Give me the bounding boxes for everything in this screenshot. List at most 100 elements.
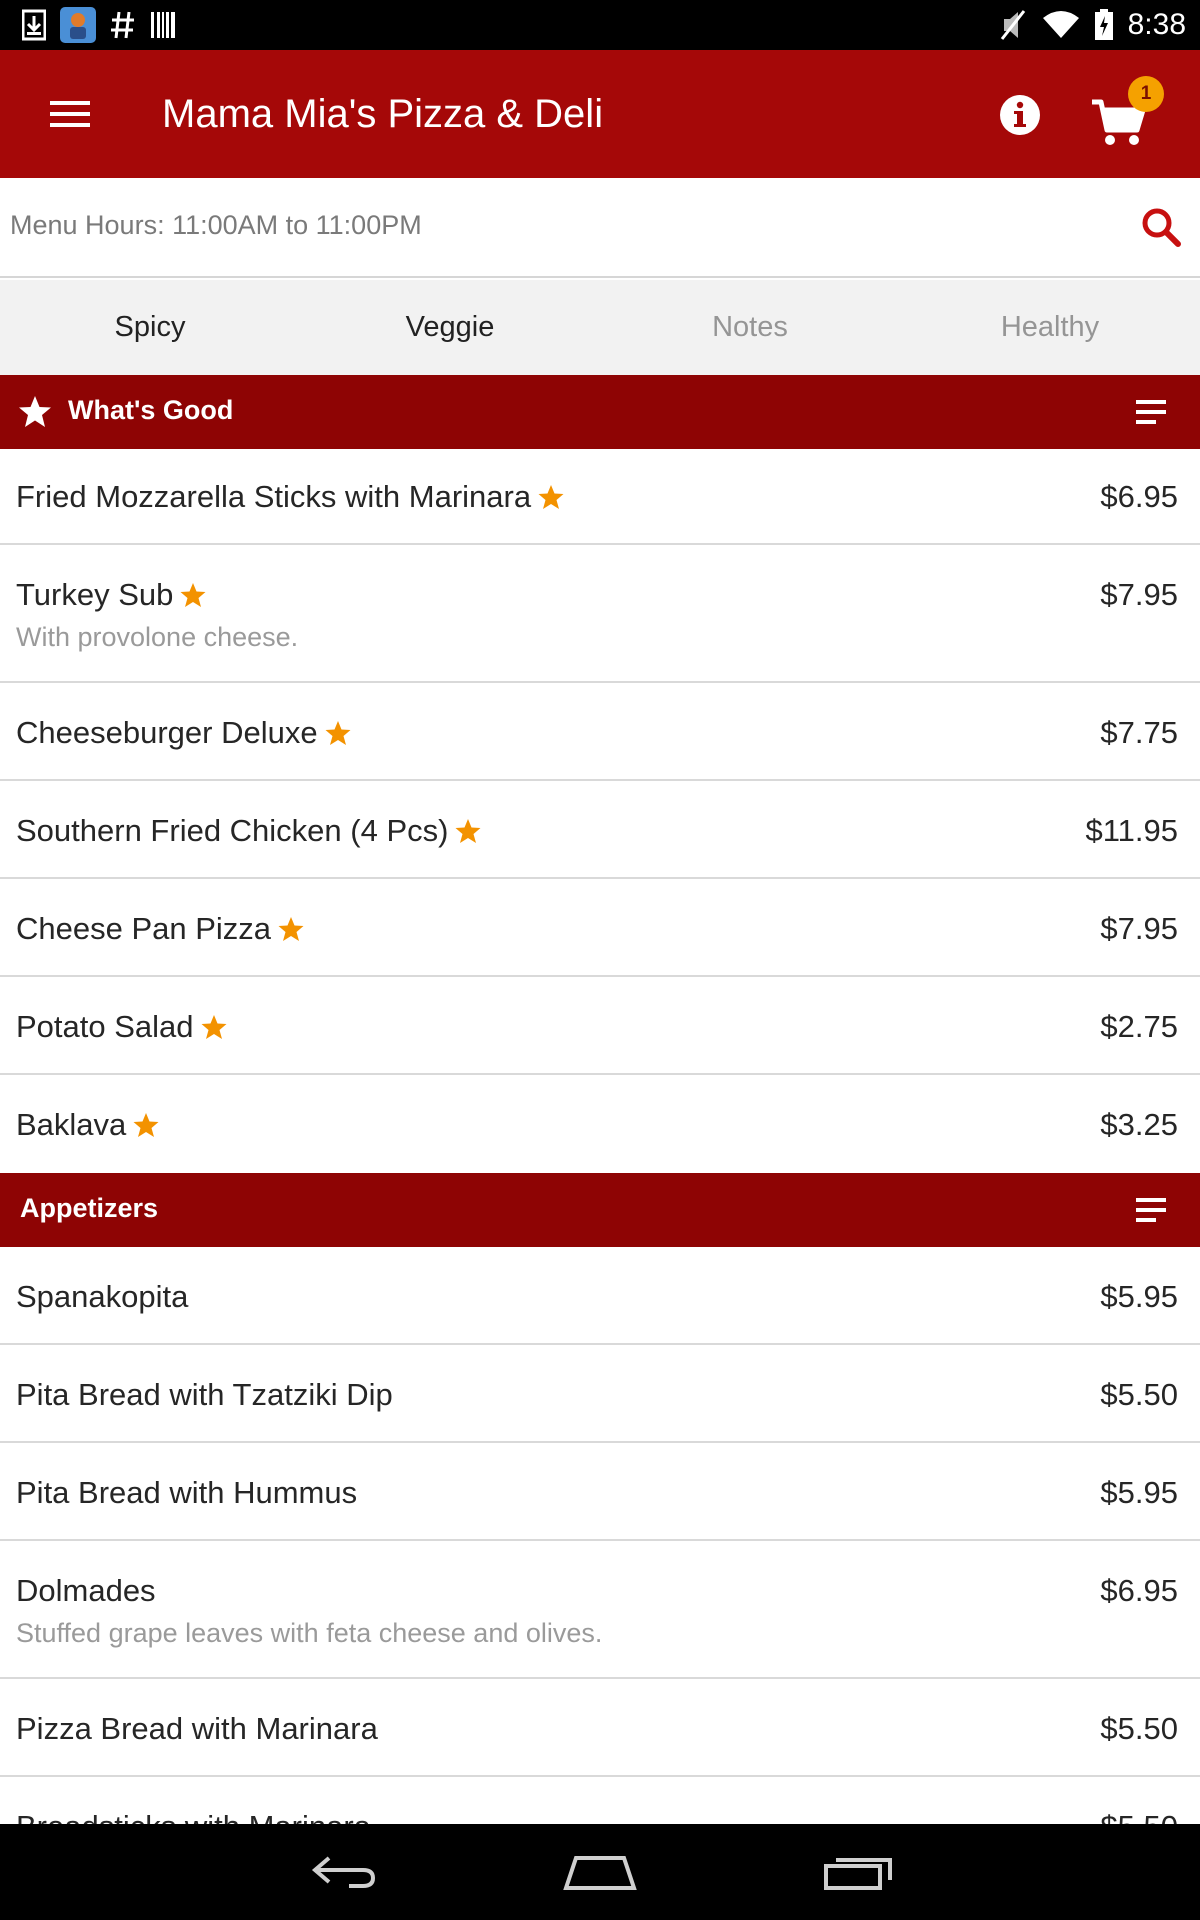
info-button[interactable] — [990, 88, 1050, 142]
menu-item-price: $11.95 — [1085, 813, 1178, 848]
menu-item-name: Dolmades — [16, 1573, 156, 1609]
menu-button[interactable] — [40, 84, 100, 144]
menu-item-name-text: Breadsticks with Marinara — [16, 1809, 371, 1824]
tab-veggie[interactable]: Veggie — [300, 280, 600, 375]
menu-item-row[interactable]: Southern Fried Chicken (4 Pcs) $11.95 — [0, 781, 1200, 879]
wifi-icon — [1042, 10, 1080, 40]
menu-item-description: Stuffed grape leaves with feta cheese an… — [16, 1618, 603, 1648]
sort-icon[interactable] — [1134, 1195, 1170, 1225]
featured-star-icon — [455, 819, 481, 843]
menu-item-name: Fried Mozzarella Sticks with Marinara — [16, 479, 565, 515]
menu-item-price: $5.95 — [1100, 1279, 1178, 1314]
menu-item-price: $7.95 — [1100, 577, 1178, 612]
menu-item-price: $6.95 — [1100, 1573, 1178, 1608]
menu-item-row[interactable]: Breadsticks with Marinara $5.50 — [0, 1777, 1200, 1824]
hamburger-icon — [50, 101, 90, 127]
tab-healthy[interactable]: Healthy — [900, 280, 1200, 375]
menu-item-name: Spanakopita — [16, 1279, 188, 1315]
menu-item-price: $3.25 — [1100, 1107, 1178, 1142]
menu-item-row[interactable]: Cheese Pan Pizza $7.95 — [0, 879, 1200, 977]
menu-item-row[interactable]: Baklava $3.25 — [0, 1075, 1200, 1173]
menu-hours-text: Menu Hours: 11:00AM to 11:00PM — [10, 210, 422, 240]
featured-star-icon — [133, 1113, 159, 1137]
featured-star-icon — [180, 583, 206, 607]
menu-item-name-text: Pita Bread with Tzatziki Dip — [16, 1377, 393, 1412]
app-bar: Mama Mia's Pizza & Deli 1 — [0, 50, 1200, 178]
star-icon — [19, 396, 51, 427]
recents-icon — [824, 1858, 892, 1890]
featured-star-icon — [201, 1015, 227, 1039]
section-title: What's Good — [68, 395, 234, 425]
menu-item-row[interactable]: Pita Bread with Tzatziki Dip $5.50 — [0, 1345, 1200, 1443]
back-icon — [311, 1856, 376, 1888]
hours-bar: Menu Hours: 11:00AM to 11:00PM — [0, 178, 1200, 278]
status-time: 8:38 — [1127, 8, 1186, 41]
menu-item-row[interactable]: Potato Salad $2.75 — [0, 977, 1200, 1075]
menu-item-price: $5.50 — [1100, 1809, 1178, 1824]
barcode-icon — [150, 10, 176, 40]
menu-item-row[interactable]: Pita Bread with Hummus $5.95 — [0, 1443, 1200, 1541]
menu-item-row[interactable]: Spanakopita $5.95 — [0, 1247, 1200, 1345]
menu-item-name-text: Baklava — [16, 1107, 127, 1142]
menu-item-name-text: Southern Fried Chicken (4 Pcs) — [16, 813, 449, 848]
menu-item-price: $2.75 — [1100, 1009, 1178, 1044]
menu-item-row[interactable]: Fried Mozzarella Sticks with Marinara $6… — [0, 449, 1200, 545]
search-button[interactable] — [1136, 202, 1186, 252]
cart-count-badge: 1 — [1128, 76, 1164, 112]
menu-item-row[interactable]: Cheeseburger Deluxe $7.75 — [0, 683, 1200, 781]
battery-icon — [1094, 9, 1114, 41]
home-icon — [563, 1856, 637, 1890]
menu-item-name-text: Spanakopita — [16, 1279, 189, 1314]
menu-item-name: Pita Bread with Tzatziki Dip — [16, 1377, 393, 1413]
menu-item-name-text: Dolmades — [16, 1573, 156, 1608]
menu-item-price: $6.95 — [1100, 479, 1178, 514]
info-icon — [1000, 95, 1040, 135]
menu-item-name: Potato Salad — [16, 1009, 228, 1045]
menu-item-name-text: Pita Bread with Hummus — [16, 1475, 358, 1510]
app-title: Mama Mia's Pizza & Deli — [162, 92, 604, 136]
home-button[interactable] — [550, 1842, 650, 1902]
menu-item-name: Cheeseburger Deluxe — [16, 715, 352, 751]
menu-item-row[interactable]: Turkey Sub With provolone cheese. $7.95 — [0, 545, 1200, 683]
menu-item-name-text: Potato Salad — [16, 1009, 194, 1044]
menu-item-name: Cheese Pan Pizza — [16, 911, 305, 947]
search-icon — [1142, 208, 1181, 247]
cart-button[interactable]: 1 — [1090, 76, 1170, 152]
menu-item-name: Baklava — [16, 1107, 160, 1143]
tab-notes[interactable]: Notes — [600, 280, 900, 375]
hash-icon — [110, 10, 136, 40]
back-button[interactable] — [294, 1842, 394, 1902]
screen-content: 8:38 Mama Mia's Pizza & Deli 1 Menu Hour… — [0, 0, 1200, 1824]
menu-item-row[interactable]: Dolmades Stuffed grape leaves with feta … — [0, 1541, 1200, 1679]
menu-item-price: $5.50 — [1100, 1711, 1178, 1746]
menu-item-description: With provolone cheese. — [16, 622, 299, 652]
menu-item-price: $5.95 — [1100, 1475, 1178, 1510]
filter-tabs: Spicy Veggie Notes Healthy — [0, 280, 1200, 375]
menu-item-name: Southern Fried Chicken (4 Pcs) — [16, 813, 482, 849]
menu-item-name: Pizza Bread with Marinara — [16, 1711, 378, 1747]
menu-item-name-text: Turkey Sub — [16, 577, 174, 612]
menu-item-name: Pita Bread with Hummus — [16, 1475, 357, 1511]
menu-item-name-text: Pizza Bread with Marinara — [16, 1711, 378, 1746]
featured-star-icon — [325, 721, 351, 745]
mute-icon — [998, 9, 1028, 41]
menu-item-price: $5.50 — [1100, 1377, 1178, 1412]
app-notification-icon — [60, 7, 96, 43]
section-header-whats-good[interactable]: What's Good — [0, 375, 1200, 449]
recents-button[interactable] — [808, 1842, 908, 1902]
featured-star-icon — [278, 917, 304, 941]
download-icon — [22, 9, 46, 41]
menu-item-price: $7.75 — [1100, 715, 1178, 750]
featured-star-icon — [538, 485, 564, 509]
system-nav-bar — [0, 1824, 1200, 1920]
menu-item-row[interactable]: Pizza Bread with Marinara $5.50 — [0, 1679, 1200, 1777]
menu-item-name-text: Fried Mozzarella Sticks with Marinara — [16, 479, 532, 514]
menu-item-name: Turkey Sub — [16, 577, 207, 613]
menu-item-name-text: Cheese Pan Pizza — [16, 911, 272, 946]
tab-spicy[interactable]: Spicy — [0, 280, 300, 375]
status-bar: 8:38 — [0, 0, 1200, 50]
section-header-appetizers[interactable]: Appetizers — [0, 1173, 1200, 1247]
menu-item-name-text: Cheeseburger Deluxe — [16, 715, 318, 750]
menu-item-name: Breadsticks with Marinara — [16, 1809, 371, 1824]
sort-icon[interactable] — [1134, 397, 1170, 427]
